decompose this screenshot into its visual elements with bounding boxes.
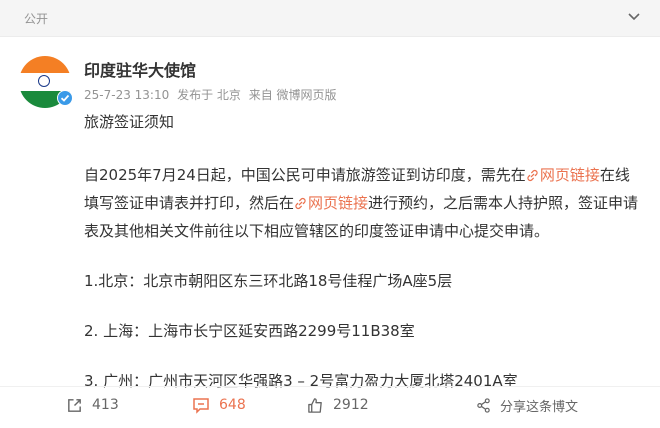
post-paragraph: 自2025年7月24日起，中国公民可申请旅游签证到访印度，需先在 网页链接在线填写…: [84, 166, 639, 240]
post-location: 发布于 北京: [177, 88, 241, 102]
web-link[interactable]: 网页链接: [294, 194, 368, 212]
chevron-down-icon[interactable]: [626, 9, 642, 25]
like-button[interactable]: 2912: [307, 395, 369, 415]
link-icon: [527, 169, 538, 182]
share-button[interactable]: 分享这条博文: [476, 395, 578, 415]
post-content: 旅游签证须知 自2025年7月24日起，中国公民可申请旅游签证到访印度，需先在网…: [84, 108, 644, 395]
web-link[interactable]: 网页链接: [526, 166, 600, 184]
repost-button[interactable]: 413: [66, 395, 119, 415]
address-item: 1.北京：北京市朝阳区东三环北路18号佳程广场A座5层: [84, 272, 453, 290]
comment-button[interactable]: 648: [192, 395, 246, 415]
link-icon: [295, 197, 306, 210]
post-title: 旅游签证须知: [84, 113, 175, 131]
post-source: 来自 微博网页版: [248, 88, 337, 102]
post-header-bar: 公开: [0, 0, 660, 37]
thumbs-up-icon: [308, 397, 322, 413]
post-date[interactable]: 25-7-23 13:10: [84, 88, 169, 102]
repost-icon: [68, 398, 81, 412]
action-bar: 413 648 2912 分享这条博文: [0, 386, 660, 423]
address-item: 2. 上海：上海市长宁区延安西路2299号11B38室: [84, 322, 415, 340]
comment-icon: [193, 397, 209, 414]
visibility-label: 公开: [24, 12, 49, 26]
verified-badge-icon: [57, 90, 73, 106]
share-icon: [477, 397, 490, 413]
post-meta: 25-7-23 13:10 发布于 北京 来自 微博网页版: [84, 86, 341, 103]
author-name[interactable]: 印度驻华大使馆: [84, 57, 196, 81]
